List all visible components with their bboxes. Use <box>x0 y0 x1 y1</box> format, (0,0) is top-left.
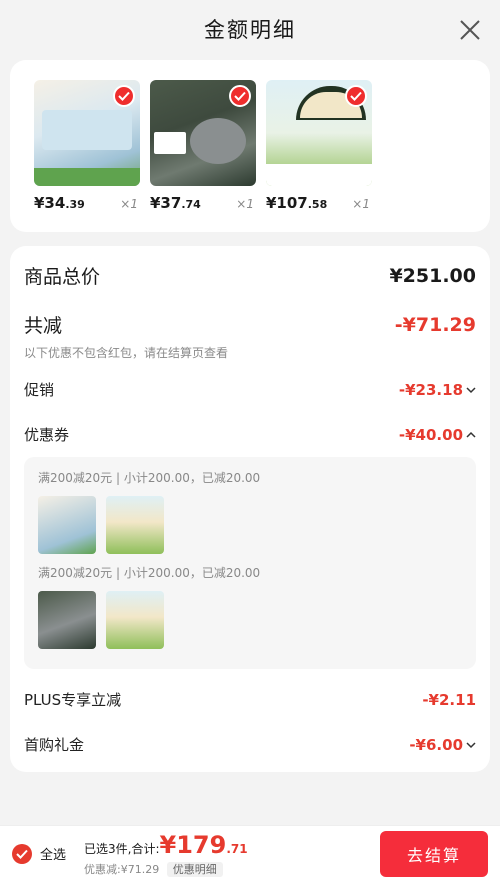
gift-row[interactable]: 首购礼金 -¥6.00 <box>24 734 476 755</box>
page-title: 金额明细 <box>204 18 296 42</box>
coupon-product-thumb <box>38 591 96 649</box>
chevron-down-icon[interactable] <box>466 386 476 394</box>
product-price-decimal: .39 <box>65 198 85 211</box>
check-icon[interactable] <box>345 85 367 107</box>
product-price: ¥107 <box>266 194 308 212</box>
gift-value: -¥6.00 <box>409 735 463 754</box>
bottom-total: 已选3件,合计: ¥179.71 优惠减:¥71.29 优惠明细 <box>84 831 248 877</box>
product-item[interactable]: ¥37.74 ×1 <box>150 80 256 232</box>
plus-row: PLUS专享立减 -¥2.11 <box>24 689 476 710</box>
product-item[interactable]: ¥34.39 ×1 <box>34 80 140 232</box>
discounted-text: 优惠减:¥71.29 <box>84 862 160 876</box>
product-qty: ×1 <box>236 197 254 211</box>
plus-value: -¥2.11 <box>422 690 476 709</box>
price-summary: 商品总价 ¥251.00 共减 -¥71.29 以下优惠不包含红包，请在结算页查… <box>10 246 490 772</box>
close-icon[interactable] <box>458 18 482 42</box>
promo-value: -¥23.18 <box>398 380 463 399</box>
discount-label: 共减 <box>24 315 63 337</box>
gift-label: 首购礼金 <box>24 736 85 754</box>
coupon-line: 满200减20元 | 小计200.00，已减20.00 <box>38 566 261 580</box>
total-value: ¥251.00 <box>389 264 476 287</box>
product-image[interactable] <box>34 80 140 186</box>
total-amount: ¥179 <box>159 830 227 859</box>
total-amount-decimal: .71 <box>226 841 248 856</box>
coupon-product-thumb <box>38 496 96 554</box>
page-header: 金额明细 <box>0 0 500 60</box>
product-image[interactable] <box>266 80 372 186</box>
select-all-label[interactable]: 全选 <box>40 844 66 863</box>
promo-label: 促销 <box>24 381 55 399</box>
product-list: ¥34.39 ×1 ¥37.74 ×1 ¥107.58 ×1 <box>10 60 490 232</box>
product-price-decimal: .58 <box>307 198 328 211</box>
product-qty: ×1 <box>120 197 138 211</box>
check-icon[interactable] <box>113 85 135 107</box>
select-all-check-icon[interactable] <box>12 843 32 864</box>
chevron-up-icon[interactable] <box>466 431 476 439</box>
plus-label: PLUS专享立减 <box>24 691 122 709</box>
chevron-down-icon[interactable] <box>466 741 476 749</box>
bottom-bar: 全选 已选3件,合计: ¥179.71 优惠减:¥71.29 优惠明细 去结算 <box>0 825 500 881</box>
product-image[interactable] <box>150 80 256 186</box>
product-price-decimal: .74 <box>181 198 201 211</box>
coupon-row[interactable]: 优惠券 -¥40.00 <box>24 424 476 445</box>
coupon-product-thumb <box>106 591 164 649</box>
selected-text: 已选3件,合计: <box>84 841 160 856</box>
checkout-button[interactable]: 去结算 <box>380 830 488 877</box>
detail-tag[interactable]: 优惠明细 <box>166 861 223 877</box>
product-item[interactable]: ¥107.58 ×1 <box>266 80 372 232</box>
product-price: ¥34 <box>34 194 66 212</box>
coupon-product-thumb <box>106 496 164 554</box>
coupon-detail: 满200减20元 | 小计200.00，已减20.00 满200减20元 | 小… <box>24 457 476 669</box>
discount-note: 以下优惠不包含红包，请在结算页查看 <box>24 346 229 360</box>
product-qty: ×1 <box>352 197 370 211</box>
promo-row[interactable]: 促销 -¥23.18 <box>24 379 476 400</box>
total-label: 商品总价 <box>24 266 101 288</box>
discount-value: -¥71.29 <box>394 313 476 336</box>
coupon-label: 优惠券 <box>24 426 70 444</box>
coupon-line: 满200减20元 | 小计200.00，已减20.00 <box>38 471 261 485</box>
coupon-value: -¥40.00 <box>398 425 463 444</box>
product-price: ¥37 <box>150 194 182 212</box>
check-icon[interactable] <box>229 85 251 107</box>
